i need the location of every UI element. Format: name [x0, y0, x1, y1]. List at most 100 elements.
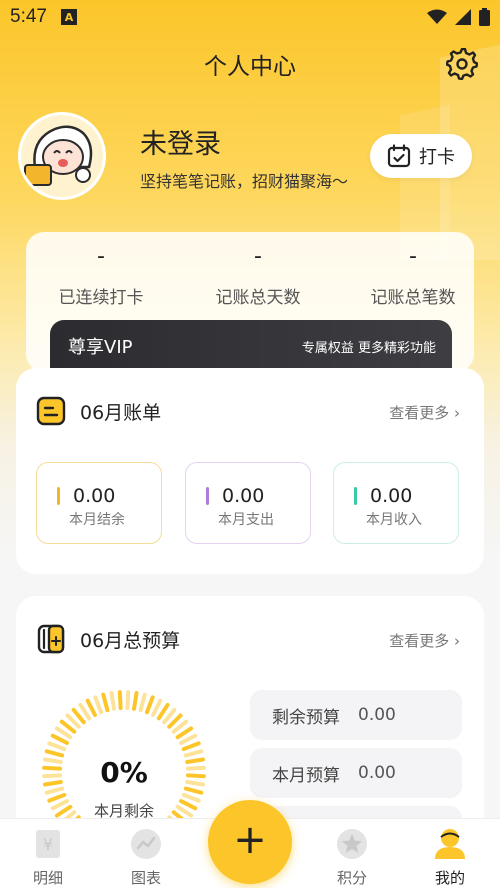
tab-label: 图表 — [130, 869, 161, 887]
tab-label: 积分 — [336, 869, 367, 887]
star-icon — [337, 829, 367, 859]
avatar[interactable] — [18, 112, 106, 200]
bill-label: 本月结余 — [69, 512, 125, 528]
svg-text:¥: ¥ — [43, 835, 53, 854]
gauge-tick — [183, 786, 204, 795]
gauge-tick — [101, 692, 110, 713]
vip-banner[interactable]: 尊享VIP 专属权益 更多精彩功能 — [50, 320, 452, 372]
username[interactable]: 未登录 — [140, 122, 221, 161]
budget-see-more-link[interactable]: 查看更多 › — [389, 630, 460, 651]
bill-see-more-link[interactable]: 查看更多 › — [389, 402, 460, 423]
budget-item-label: 剩余预算 — [272, 707, 340, 728]
bill-expense-box[interactable]: 0.00 本月支出 — [185, 462, 311, 544]
vip-title: 尊享VIP — [68, 337, 133, 358]
gauge-tick — [109, 690, 116, 711]
add-record-button[interactable]: + — [208, 800, 292, 884]
gauge-tick — [179, 733, 198, 745]
stat-value: - — [97, 244, 105, 269]
plus-icon: + — [233, 817, 267, 863]
bill-icon — [36, 396, 66, 426]
ledger-icon: ¥ — [36, 830, 60, 858]
budget-item-value: 0.00 — [358, 763, 396, 783]
chart-icon — [131, 829, 161, 859]
gauge-tick — [54, 726, 73, 740]
income-indicator — [354, 487, 357, 505]
status-icons — [427, 8, 490, 26]
gauge-tick — [138, 692, 147, 713]
profile-section: 未登录 坚持笔笔记账，招财猫聚海～ 打卡 — [18, 112, 488, 202]
budget-gauge: 0% 本月剩余 — [34, 680, 214, 836]
stat-streak: - 已连续打卡 — [26, 244, 176, 308]
tab-mine[interactable]: 我的 — [414, 827, 486, 888]
budget-title: 06月总预算 — [80, 629, 181, 652]
gear-icon[interactable] — [446, 48, 478, 80]
bill-value: 0.00 — [73, 485, 116, 507]
gauge-tick — [175, 726, 194, 740]
user-icon — [435, 829, 465, 859]
balance-indicator — [57, 487, 60, 505]
monthly-bill-card: 06月账单 查看更多 › 0.00 本月结余 0.00 本月支出 0.00 本月… — [16, 368, 484, 574]
see-more-label: 查看更多 — [389, 632, 450, 650]
gauge-tick — [44, 786, 65, 795]
expense-indicator — [206, 487, 209, 505]
battery-icon — [479, 8, 490, 26]
budget-header: 06月总预算 — [36, 624, 180, 654]
tab-label: 我的 — [434, 869, 465, 887]
checkin-label: 打卡 — [419, 147, 455, 168]
gauge-tick — [78, 702, 92, 721]
bill-value: 0.00 — [222, 485, 265, 507]
status-bar: 5:47 A — [0, 0, 500, 34]
stat-value: - — [254, 244, 262, 269]
budget-item-value: 0.00 — [358, 705, 396, 725]
gauge-tick — [85, 698, 97, 717]
gauge-tick — [93, 695, 104, 715]
see-more-label: 查看更多 — [389, 404, 450, 422]
stat-total-days: - 记账总天数 — [183, 244, 333, 308]
bill-value: 0.00 — [370, 485, 413, 507]
stat-value: - — [409, 244, 417, 269]
signal-icon — [455, 9, 471, 25]
wifi-icon — [427, 9, 447, 24]
bill-summary: 0.00 本月结余 0.00 本月支出 0.00 本月收入 — [36, 462, 462, 544]
cat-avatar-icon — [21, 115, 103, 197]
gauge-tick — [144, 695, 155, 715]
tab-points[interactable]: 积分 — [316, 827, 388, 888]
stat-total-records: - 记账总笔数 — [338, 244, 488, 308]
gauge-tick — [125, 690, 131, 711]
budget-percent: 0% — [100, 756, 148, 789]
gauge-tick — [50, 733, 69, 745]
stat-label: 记账总天数 — [215, 288, 301, 308]
vip-subtitle: 专属权益 更多精彩功能 — [301, 340, 436, 356]
page-header: 个人中心 — [0, 44, 500, 84]
user-slogan: 坚持笔笔记账，招财猫聚海～ — [140, 172, 349, 191]
budget-icon — [37, 624, 65, 654]
bill-balance-box[interactable]: 0.00 本月结余 — [36, 462, 162, 544]
remaining-budget-row[interactable]: 剩余预算 0.00 — [250, 690, 462, 740]
chevron-right-icon: › — [454, 632, 460, 650]
checkin-button[interactable]: 打卡 — [370, 134, 472, 178]
gauge-tick — [44, 749, 65, 758]
bill-title: 06月账单 — [80, 401, 162, 424]
bill-header: 06月账单 — [36, 396, 161, 426]
status-time: 5:47 — [10, 6, 47, 27]
gauge-tick — [117, 690, 123, 711]
stat-label: 记账总笔数 — [370, 288, 456, 308]
page-title: 个人中心 — [204, 54, 296, 80]
gauge-tick — [151, 698, 163, 717]
budget-item-label: 本月预算 — [272, 765, 340, 786]
gauge-tick — [47, 741, 67, 752]
chevron-right-icon: › — [454, 404, 460, 422]
bill-income-box[interactable]: 0.00 本月收入 — [333, 462, 459, 544]
tab-label: 明细 — [32, 869, 63, 887]
month-budget-row[interactable]: 本月预算 0.00 — [250, 748, 462, 798]
gauge-tick — [156, 702, 170, 721]
gauge-tick — [181, 741, 201, 752]
calendar-check-icon — [387, 144, 411, 168]
stat-label: 已连续打卡 — [58, 288, 144, 308]
gauge-tick — [132, 690, 139, 711]
bill-label: 本月收入 — [366, 512, 422, 528]
tab-details[interactable]: ¥ 明细 — [12, 827, 84, 888]
gauge-tick — [183, 749, 204, 758]
bill-label: 本月支出 — [218, 512, 274, 528]
tab-charts[interactable]: 图表 — [110, 827, 182, 888]
